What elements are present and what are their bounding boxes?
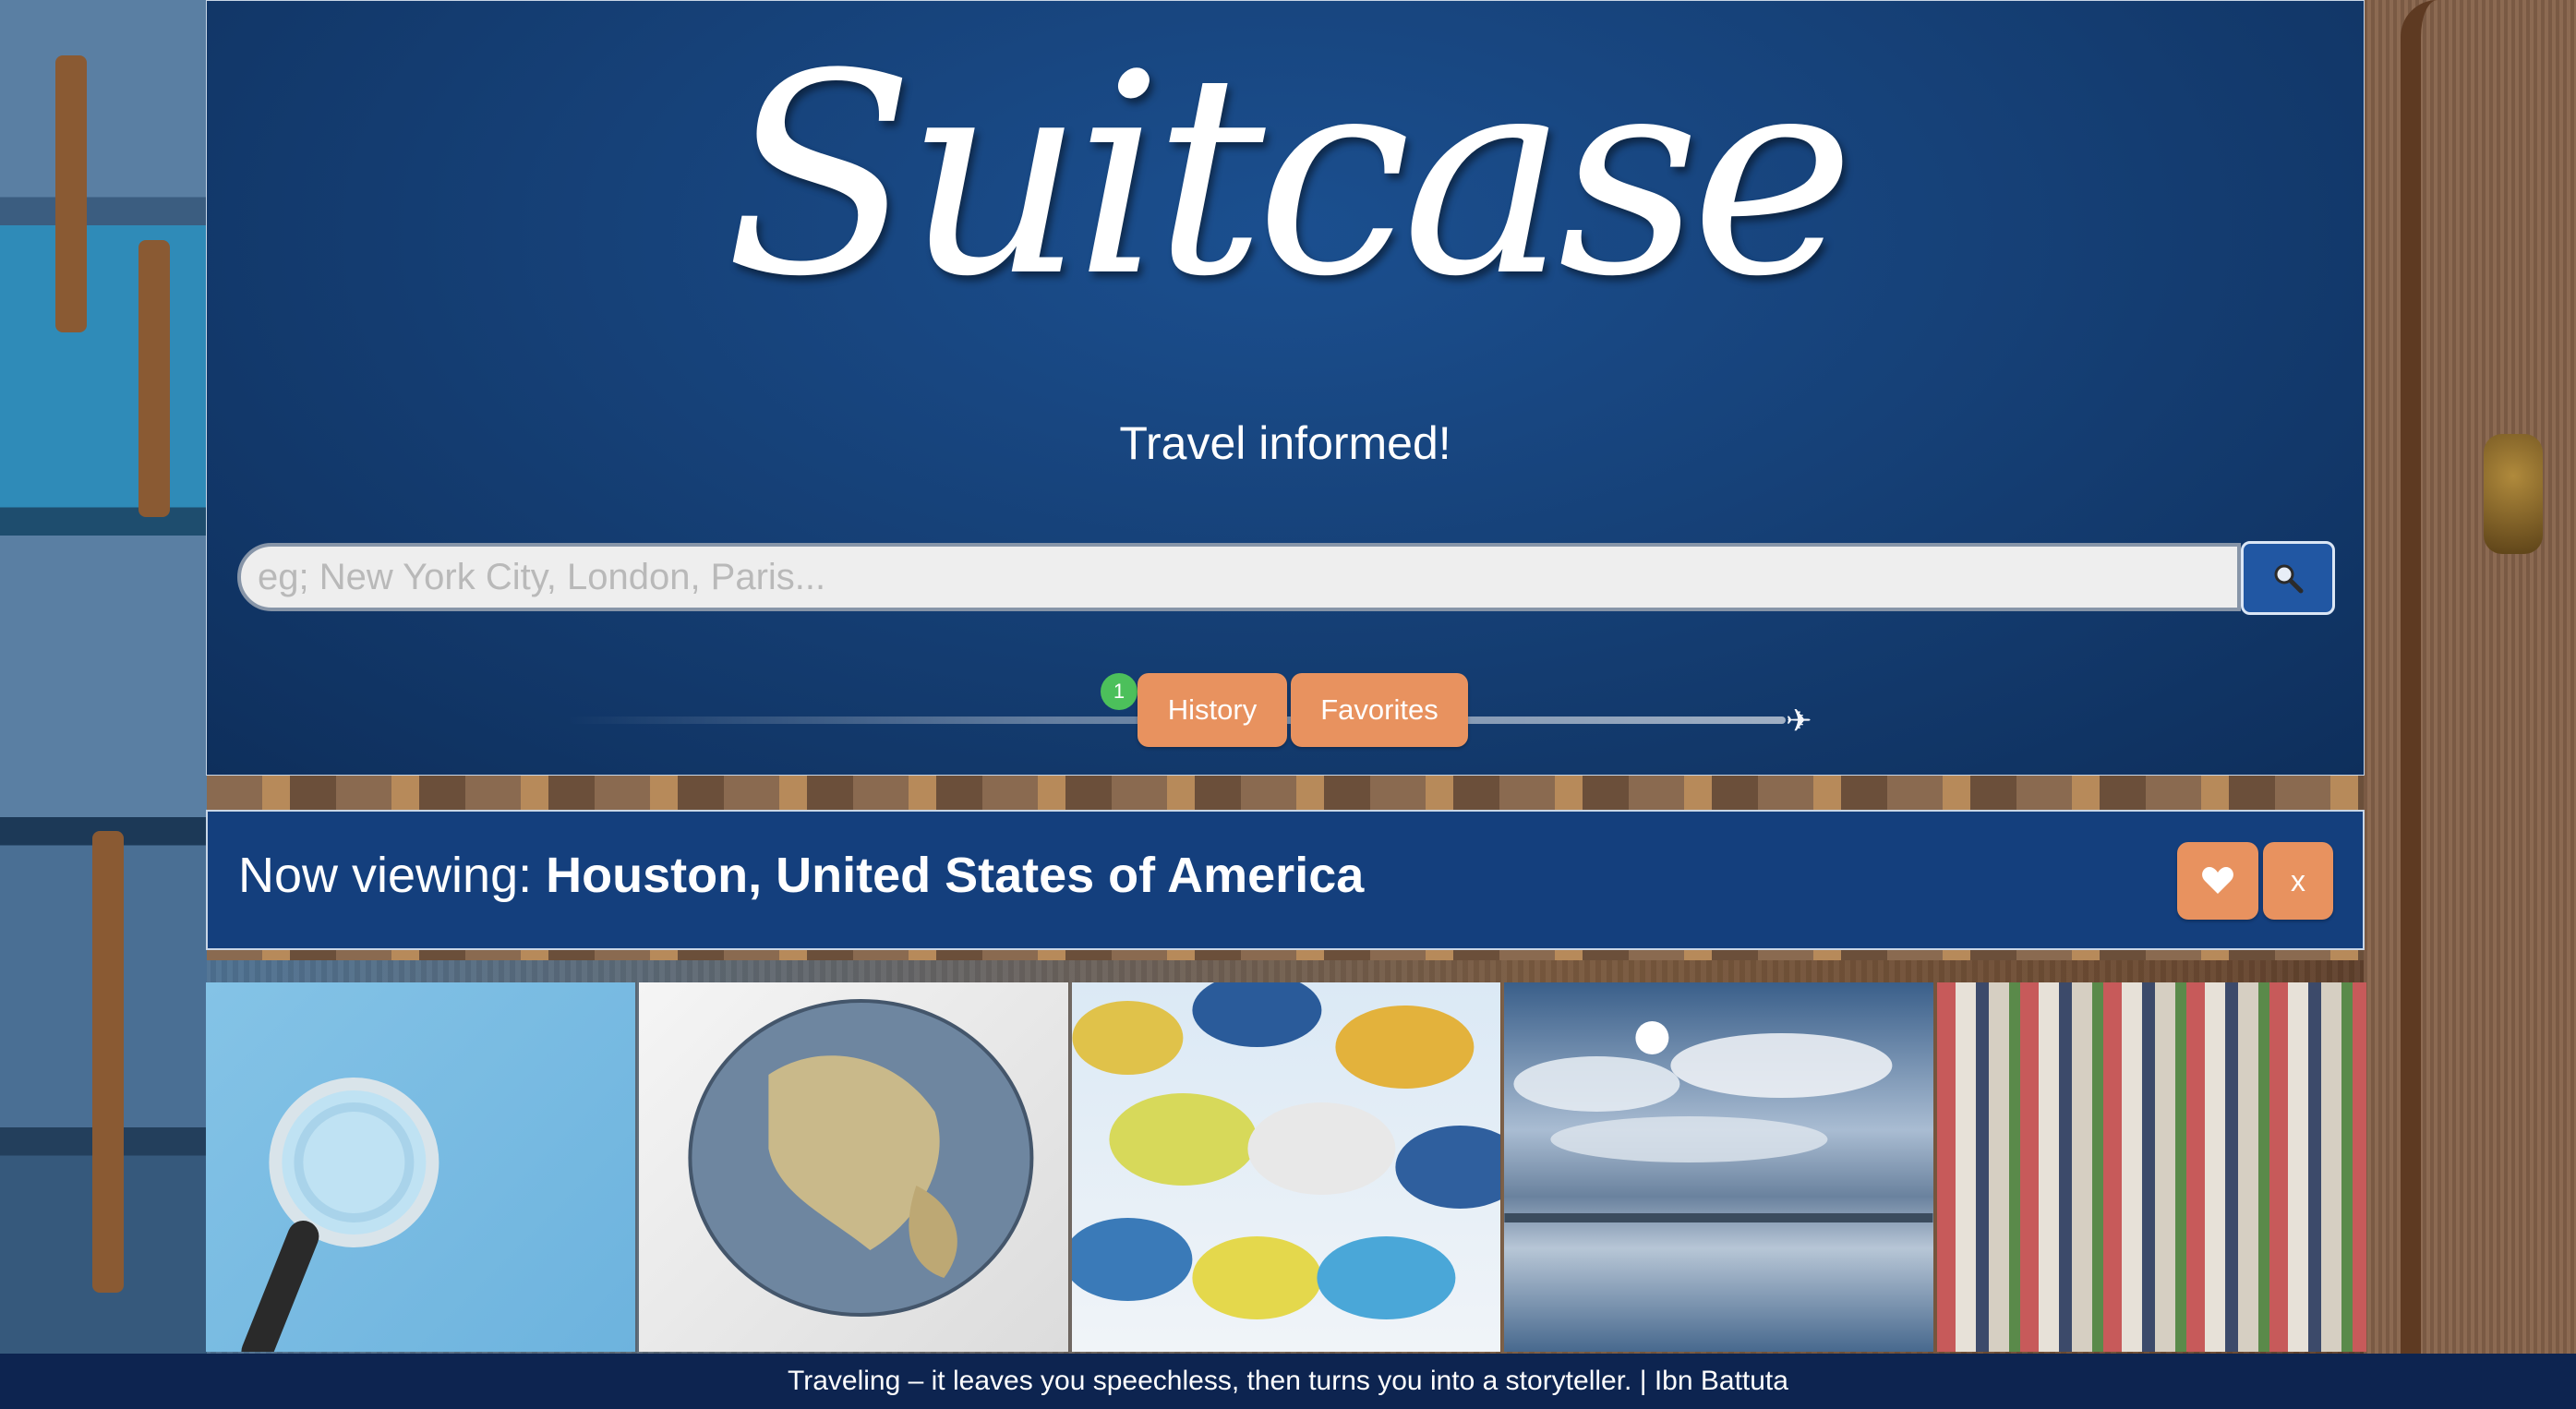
now-viewing-text: Now viewing: Houston, United States of A…	[238, 847, 1364, 904]
search-bar	[237, 541, 2335, 615]
clouds-illustration	[1504, 1021, 1933, 1222]
history-count-badge: 1	[1101, 673, 1138, 710]
background-suitcases-left	[0, 0, 207, 1409]
add-favorite-button[interactable]	[2177, 842, 2258, 920]
app-logo: Suitcase	[725, 15, 1855, 337]
magnifying-glass-illustration	[241, 1078, 439, 1352]
close-button[interactable]: x	[2263, 842, 2333, 920]
hero-header: Suitcase Travel informed! ✈ 1 History Fa…	[206, 0, 2365, 776]
favorites-button[interactable]: Favorites	[1291, 673, 1468, 747]
globe-illustration	[688, 999, 1034, 1317]
suitcase-frame	[2401, 0, 2550, 1409]
now-viewing-city: Houston, United States of America	[546, 848, 1365, 903]
search-icon	[2274, 564, 2304, 594]
history-favorites-row: 1 History Favorites	[207, 673, 2364, 747]
now-viewing-bar: Now viewing: Houston, United States of A…	[206, 810, 2365, 950]
globe-image[interactable]	[638, 982, 1068, 1352]
heart-icon	[2202, 867, 2233, 894]
footer-quote: Traveling – it leaves you speechless, th…	[0, 1354, 2576, 1409]
suitcase-strap	[92, 831, 124, 1293]
newspapers-image[interactable]	[1937, 982, 2366, 1352]
search-button[interactable]	[2241, 541, 2335, 615]
tagline: Travel informed!	[1119, 417, 1451, 469]
umbrellas-illustration	[1071, 982, 1501, 1319]
suitcase-latch	[2484, 434, 2543, 554]
sky-reflection-image[interactable]	[1504, 982, 1934, 1352]
magnifying-glass-image[interactable]	[206, 982, 635, 1352]
background-suitcase-right	[2364, 0, 2576, 1409]
umbrellas-image[interactable]	[1071, 982, 1501, 1352]
history-button[interactable]: History	[1138, 673, 1287, 747]
search-input[interactable]	[237, 543, 2241, 611]
suitcase-strap	[55, 55, 87, 332]
suitcase-strap	[138, 240, 170, 517]
image-gallery	[206, 982, 2366, 1352]
now-viewing-label: Now viewing:	[238, 848, 533, 903]
